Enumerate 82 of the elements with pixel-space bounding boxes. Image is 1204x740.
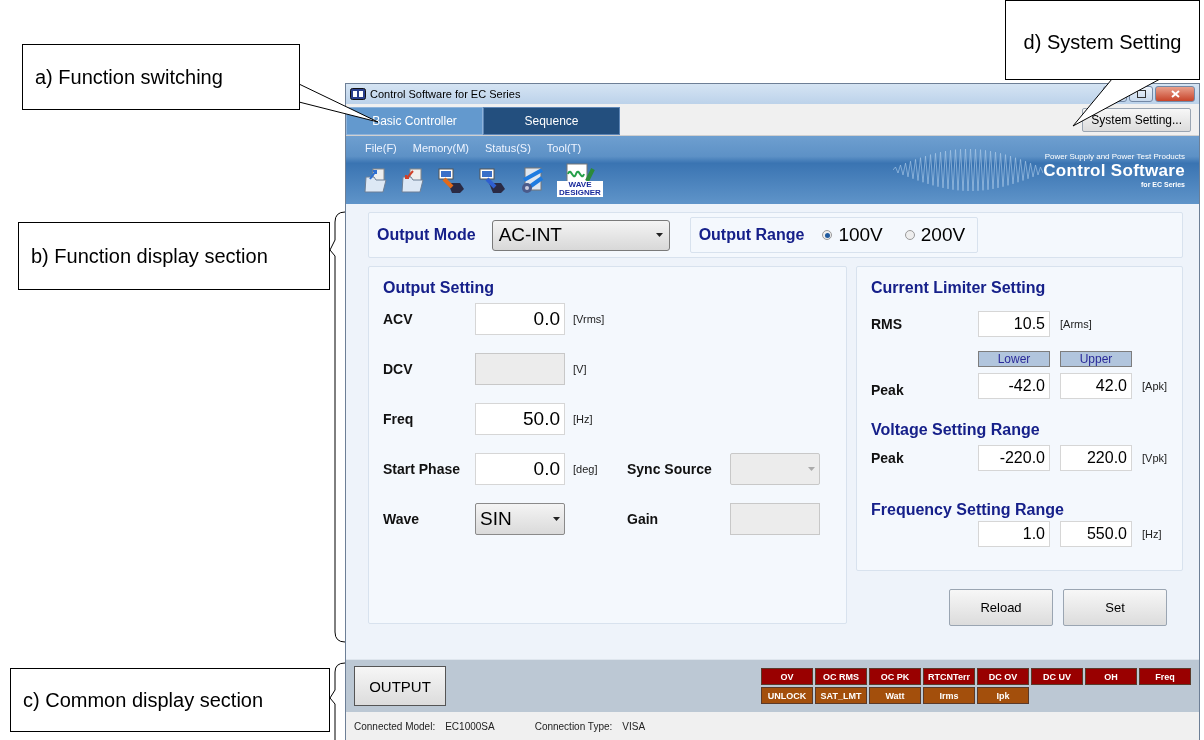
field-label: Output Mode <box>377 226 476 244</box>
alarm-indicator: Watt <box>869 687 921 704</box>
system-setting-button[interactable]: System Setting... <box>1082 108 1191 132</box>
field-label: Wave <box>383 511 421 527</box>
radio-icon[interactable] <box>822 230 833 240</box>
action-button[interactable]: Set <box>1063 589 1167 626</box>
status-value: VISA <box>622 720 646 732</box>
callout-label: b) Function display section <box>18 222 330 290</box>
field-label: Peak <box>871 381 905 398</box>
radio-option[interactable]: 100V <box>818 224 887 246</box>
computer-arrow-icon[interactable] <box>438 167 466 193</box>
action-button[interactable]: Reload <box>949 589 1053 626</box>
alarm-indicator: Ipk <box>977 687 1029 704</box>
unit-label: [Vpk] <box>1142 452 1169 464</box>
unit-label: [Hz] <box>1142 528 1163 540</box>
field-label: Gain <box>627 511 660 527</box>
radio-option[interactable]: 200V <box>900 224 970 246</box>
section-title: Frequency Setting Range <box>871 501 1065 519</box>
input-field[interactable]: 550.0 <box>1060 521 1132 547</box>
alarm-indicator: OH <box>1085 668 1137 685</box>
input-field[interactable]: 0.0 <box>475 303 565 335</box>
input-field[interactable]: 50.0 <box>475 403 565 435</box>
field-label: Sync Source <box>627 461 713 477</box>
caret-icon <box>553 517 560 521</box>
input-field[interactable]: -42.0 <box>978 373 1050 399</box>
banner-tagline: Power Supply and Power Test Products <box>1044 152 1185 161</box>
field-label: Start Phase <box>383 461 462 477</box>
input-field[interactable]: 0.0 <box>475 453 565 485</box>
caret-icon <box>808 467 815 471</box>
alarm-indicator: OC RMS <box>815 668 867 685</box>
column-header: Lower <box>978 351 1050 367</box>
unit-label: [deg] <box>572 463 599 475</box>
banner-title: Control Software <box>1043 161 1185 181</box>
computer-arrow-icon[interactable] <box>479 167 507 193</box>
field-label: Peak <box>871 450 905 466</box>
alarm-indicator: Freq <box>1139 668 1191 685</box>
unit-label: [V] <box>572 363 588 375</box>
close-icon <box>1170 90 1180 98</box>
close-button[interactable] <box>1155 86 1195 102</box>
alarm-indicator: UNLOCK <box>761 687 813 704</box>
field-label: ACV <box>383 311 414 327</box>
alarm-indicator: SAT_LMT <box>815 687 867 704</box>
section-title: Voltage Setting Range <box>871 421 1041 439</box>
field-label: RMS <box>871 316 904 332</box>
alarm-indicator: Irms <box>923 687 975 704</box>
maximize-icon <box>1136 90 1146 98</box>
field-label: Output Range <box>698 226 805 244</box>
dropdown[interactable]: SIN <box>475 503 565 535</box>
field-label: Freq <box>383 411 415 427</box>
alarm-indicator: OC PK <box>869 668 921 685</box>
section-title: Current Limiter Setting <box>871 279 1047 297</box>
input-field[interactable]: 42.0 <box>1060 373 1132 399</box>
alarm-indicator: DC OV <box>977 668 1029 685</box>
caret-icon <box>655 233 663 237</box>
column-header: Upper <box>1060 351 1132 367</box>
status-label: Connection Type: <box>534 720 613 732</box>
alarm-indicator: RTCNTerr <box>923 668 975 685</box>
status-label: Connected Model: <box>354 720 436 732</box>
document-gear-icon[interactable] <box>520 166 544 194</box>
app-icon <box>350 88 366 100</box>
folder-icon[interactable] <box>401 167 425 193</box>
tab[interactable]: Sequence <box>483 107 620 135</box>
unit-label: [Hz] <box>572 413 594 425</box>
alarm-indicator: DC UV <box>1031 668 1083 685</box>
unit-label: [Arms] <box>1060 318 1093 330</box>
output-mode-dropdown[interactable]: AC-INT <box>491 219 670 251</box>
input-field[interactable]: 1.0 <box>978 521 1050 547</box>
input-field[interactable]: -220.0 <box>978 445 1050 471</box>
alarm-indicator: OV <box>761 668 813 685</box>
callout-label: a) Function switching <box>22 44 300 110</box>
unit-label: [Apk] <box>1142 380 1169 392</box>
folder-icon[interactable] <box>364 167 388 193</box>
unit-label: [Vrms] <box>572 313 606 325</box>
section-title: Output Setting <box>383 279 496 297</box>
output-button[interactable]: OUTPUT <box>354 666 446 706</box>
radio-icon[interactable] <box>904 230 915 240</box>
input-field[interactable]: 220.0 <box>1060 445 1132 471</box>
input-field[interactable]: 10.5 <box>978 311 1050 337</box>
window-title: Control Software for EC Series <box>370 88 522 100</box>
callout-label: c) Common display section <box>10 668 330 732</box>
status-value: EC1000SA <box>445 720 495 732</box>
field-label: DCV <box>383 361 414 377</box>
